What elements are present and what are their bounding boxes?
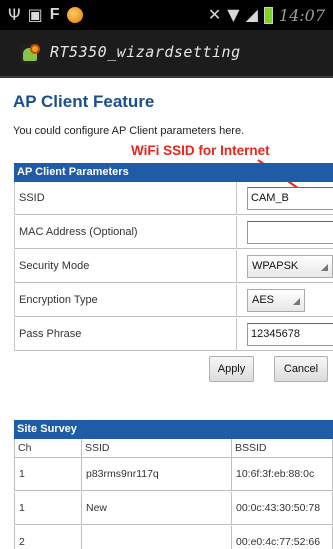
- param-row-mac: MAC Address (Optional): [14, 216, 333, 249]
- clock: 14:07: [278, 5, 325, 25]
- pass-phrase-label: Pass Phrase: [14, 318, 237, 351]
- status-bar: Ψ ▣ F ✕ ▼ ◢ 14:07: [0, 0, 333, 30]
- pass-phrase-cell: 12345678: [238, 318, 333, 351]
- cancel-button[interactable]: Cancel: [274, 356, 328, 382]
- annotation-label: WiFi SSID for Internet: [131, 143, 270, 158]
- status-bar-system: ✕ ▼ ◢ 14:07: [208, 5, 325, 25]
- mac-input[interactable]: [247, 221, 333, 244]
- ssid-label: SSID: [14, 182, 237, 215]
- param-row-ssid: SSID CAM_B: [14, 182, 333, 215]
- survey-cell-bssid: 10:6f:3f:eb:88:0c: [232, 458, 333, 491]
- security-mode-value: WPAPSK: [252, 260, 299, 272]
- usb-icon: Ψ: [8, 5, 21, 24]
- encryption-type-label: Encryption Type: [14, 284, 237, 317]
- security-mode-label: Security Mode: [14, 250, 237, 283]
- wifi-icon: ▼: [227, 5, 240, 24]
- dropdown-arrow-icon: [321, 264, 328, 271]
- survey-cell-ch: 1: [14, 492, 82, 525]
- battery-icon: [263, 6, 273, 24]
- app-orange-icon: [66, 7, 83, 23]
- page-title: AP Client Feature: [13, 92, 155, 111]
- security-mode-select[interactable]: WPAPSK: [247, 255, 333, 278]
- ssid-cell: CAM_B: [238, 182, 333, 215]
- facebook-icon: F: [49, 6, 60, 23]
- param-row-security: Security Mode WPAPSK: [14, 250, 333, 283]
- gear-icon: [30, 44, 40, 54]
- survey-cell-ch: 2: [14, 526, 82, 549]
- signal-icon: ◢: [245, 5, 258, 24]
- site-survey-header: Site Survey: [14, 420, 333, 439]
- column-header-bssid: BSSID: [232, 439, 333, 458]
- encryption-type-value: AES: [252, 294, 275, 306]
- pass-phrase-input[interactable]: 12345678: [247, 323, 333, 346]
- column-header-ch: Ch: [14, 439, 82, 458]
- mute-icon: ✕: [207, 5, 222, 24]
- survey-cell-bssid: 00:0c:43:30:50:78: [232, 492, 333, 525]
- param-row-encryption: Encryption Type AES: [14, 284, 333, 317]
- app-icon[interactable]: [20, 44, 40, 64]
- params-header: AP Client Parameters: [14, 163, 333, 182]
- apply-button[interactable]: Apply: [209, 356, 254, 382]
- survey-cell-bssid: 00:e0:4c:77:52:66: [232, 526, 333, 549]
- app-title-bar: RT5350_wizardsetting: [0, 30, 333, 78]
- ssid-input[interactable]: CAM_B: [247, 187, 333, 210]
- mac-label: MAC Address (Optional): [14, 216, 237, 249]
- security-mode-cell: WPAPSK: [238, 250, 333, 283]
- param-row-passphrase: Pass Phrase 12345678: [14, 318, 333, 351]
- survey-cell-ssid: New: [82, 492, 232, 525]
- dropdown-arrow-icon: [293, 298, 300, 305]
- encryption-type-select[interactable]: AES: [247, 289, 305, 312]
- mac-cell: [238, 216, 333, 249]
- encryption-type-cell: AES: [238, 284, 333, 317]
- survey-cell-ssid: [82, 526, 232, 549]
- column-header-ssid: SSID: [82, 439, 232, 458]
- status-bar-notifications: Ψ ▣ F: [8, 5, 83, 25]
- survey-cell-ssid: p83rms9nr117q: [82, 458, 232, 491]
- page-intro: You could configure AP Client parameters…: [13, 125, 245, 137]
- survey-cell-ch: 1: [14, 458, 82, 491]
- app-title: RT5350_wizardsetting: [50, 43, 241, 61]
- flipboard-icon: ▣: [27, 5, 43, 24]
